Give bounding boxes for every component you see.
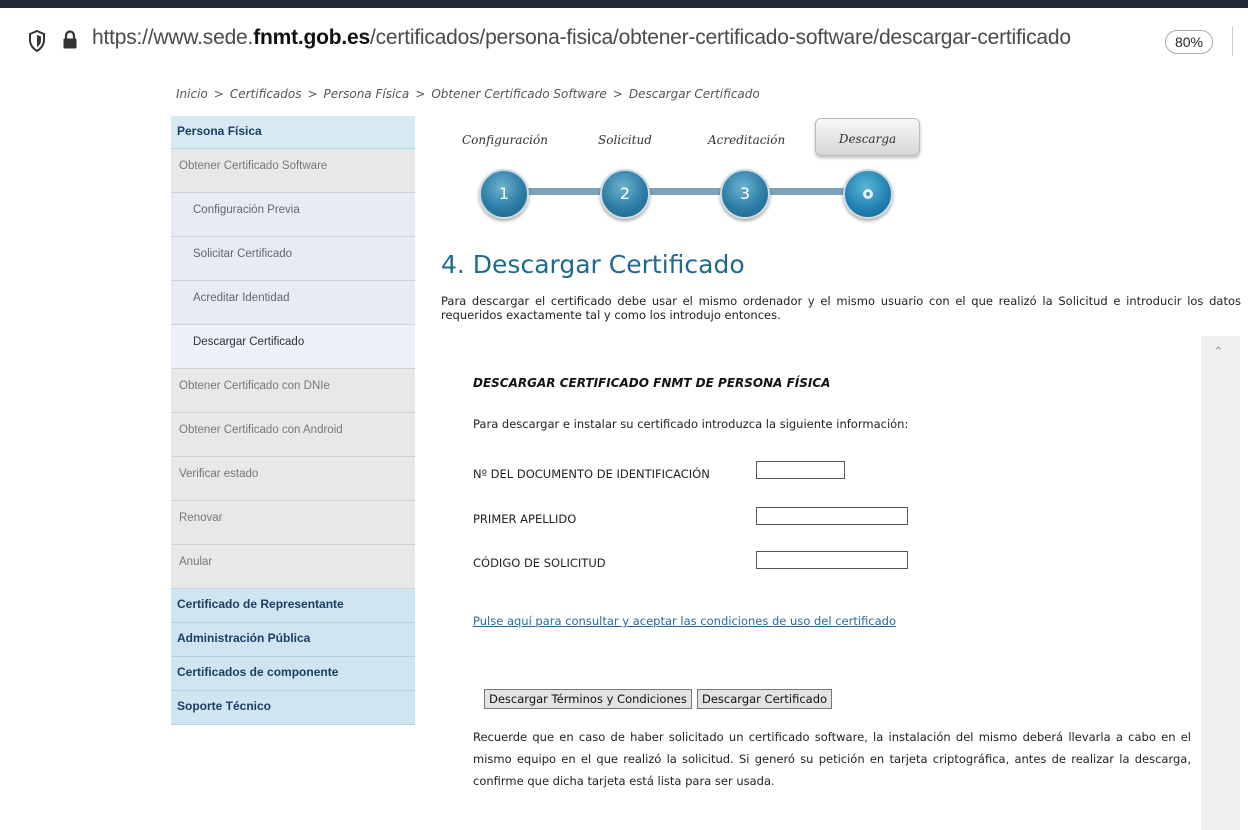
sidebar: Persona Física Obtener Certificado Softw… [171, 116, 415, 725]
step-label-solicitud: Solicitud [598, 133, 652, 147]
request-code-label: CÓDIGO DE SOLICITUD [473, 556, 606, 570]
download-terms-button[interactable]: Descargar Términos y Condiciones [484, 689, 692, 709]
frame-scrollbar[interactable]: ⌃ [1201, 336, 1240, 830]
surname-input[interactable] [756, 507, 908, 525]
lock-icon[interactable] [62, 30, 78, 50]
surname-label: PRIMER APELLIDO [473, 512, 577, 526]
conditions-link[interactable]: Pulse aquí para consultar y aceptar las … [473, 614, 896, 628]
form-title: DESCARGAR CERTIFICADO FNMT DE PERSONA FÍ… [473, 376, 831, 390]
shield-icon[interactable] [28, 30, 46, 52]
url-text[interactable]: https://www.sede.fnmt.gob.es/certificado… [92, 26, 1071, 50]
sidebar-item-dnie[interactable]: Obtener Certificado con DNIe [171, 369, 415, 413]
doc-number-label: Nº DEL DOCUMENTO DE IDENTIFICACIÓN [473, 467, 710, 481]
sidebar-item-verificar-estado[interactable]: Verificar estado [171, 457, 415, 501]
sidebar-item-descargar-certificado[interactable]: Descargar Certificado [171, 325, 415, 369]
step-node-4 [843, 169, 893, 219]
page-title: 4. Descargar Certificado [441, 250, 745, 279]
zoom-indicator[interactable]: 80% [1165, 30, 1213, 54]
breadcrumb-item-obtener-software[interactable]: Obtener Certificado Software [431, 87, 606, 101]
doc-number-input[interactable] [756, 461, 845, 479]
toolbar-divider [1232, 26, 1233, 56]
sidebar-item-acreditar-identidad[interactable]: Acreditar Identidad [171, 281, 415, 325]
sidebar-category-representante[interactable]: Certificado de Representante [171, 589, 415, 623]
address-bar[interactable]: https://www.sede.fnmt.gob.es/certificado… [0, 8, 1248, 60]
breadcrumb: Inicio > Certificados > Persona Física > Obten… [176, 87, 760, 101]
step-label-configuracion: Configuración [462, 133, 548, 147]
sidebar-category-soporte[interactable]: Soporte Técnico [171, 691, 415, 725]
sidebar-category-administracion[interactable]: Administración Pública [171, 623, 415, 657]
step-track [495, 188, 870, 195]
sidebar-item-obtener-software[interactable]: Obtener Certificado Software [171, 149, 415, 193]
breadcrumb-item-persona-fisica[interactable]: Persona Física [324, 87, 410, 101]
step-node-1: 1 [479, 169, 529, 219]
sidebar-item-solicitar-certificado[interactable]: Solicitar Certificado [171, 237, 415, 281]
step-node-2: 2 [600, 169, 650, 219]
sidebar-item-renovar[interactable]: Renovar [171, 501, 415, 545]
browser-top-strip [0, 0, 1248, 8]
sidebar-category-componente[interactable]: Certificados de componente [171, 657, 415, 691]
sidebar-item-android[interactable]: Obtener Certificado con Android [171, 413, 415, 457]
installation-note: Recuerde que en caso de haber solicitado… [473, 730, 1191, 788]
step-label-acreditacion: Acreditación [708, 133, 786, 147]
step-tab-descarga: Descarga [815, 118, 920, 156]
sidebar-item-configuracion-previa[interactable]: Configuración Previa [171, 193, 415, 237]
request-code-input[interactable] [756, 551, 908, 569]
sidebar-header-persona-fisica[interactable]: Persona Física [171, 116, 415, 149]
breadcrumb-item-certificados[interactable]: Certificados [230, 87, 302, 101]
step-node-3: 3 [720, 169, 770, 219]
current-step-icon [863, 189, 873, 199]
scroll-up-icon[interactable]: ⌃ [1213, 344, 1227, 359]
breadcrumb-item-inicio[interactable]: Inicio [176, 87, 208, 101]
sidebar-item-anular[interactable]: Anular [171, 545, 415, 589]
intro-text: Para descargar el certificado debe usar … [441, 294, 1241, 322]
download-certificate-button[interactable]: Descargar Certificado [697, 689, 833, 709]
breadcrumb-item-current: Descargar Certificado [628, 87, 760, 101]
form-subtitle: Para descargar e instalar su certificado… [473, 417, 909, 431]
